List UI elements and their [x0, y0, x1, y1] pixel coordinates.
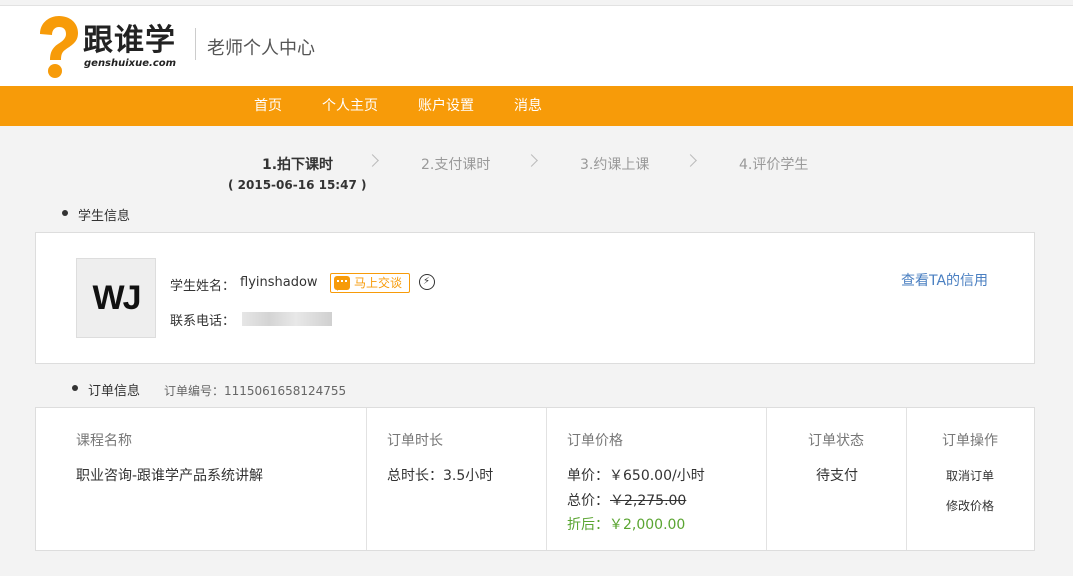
unit-price: 单价：￥650.00/小时	[567, 468, 705, 484]
order-status: 待支付	[816, 468, 858, 484]
order-number: 订单编号：1115061658124755	[164, 384, 347, 398]
header-divider	[195, 28, 196, 60]
nav-item-messages[interactable]: 消息	[514, 86, 542, 126]
avatar-initials: WJ	[92, 279, 142, 317]
step-1-label: 1.拍下课时	[262, 157, 334, 173]
discounted-price: 折后：￥2,000.00	[567, 517, 686, 533]
duration-header: 订单时长	[387, 433, 443, 449]
nav-item-profile[interactable]: 个人主页	[322, 86, 378, 126]
nav-item-home[interactable]: 首页	[254, 86, 282, 126]
student-info-card: WJ 学生姓名： flyinshadow 马上交谈 ⚡ 联系电话： 查看TA的信…	[35, 232, 1035, 364]
cancel-order-link[interactable]: 取消订单	[946, 467, 994, 484]
order-info-card: 课程名称 订单时长 订单价格 订单状态 订单操作 职业咨询-跟谁学产品系统讲解 …	[35, 407, 1035, 551]
logo-chinese-text: 跟谁学	[83, 23, 176, 58]
lightning-icon[interactable]: ⚡	[419, 274, 435, 290]
section-bullet	[72, 385, 78, 391]
column-divider	[766, 408, 767, 550]
phone-label: 联系电话：	[170, 314, 236, 329]
logo-domain-text: genshuixue.com	[84, 58, 177, 69]
price-header: 订单价格	[567, 433, 623, 449]
page-title: 老师个人中心	[207, 38, 315, 59]
step-timestamp: ( 2015-06-16 15:47 )	[228, 178, 367, 192]
total-price-label: 总价：	[567, 493, 609, 509]
nav-item-account-settings[interactable]: 账户设置	[418, 86, 474, 126]
step-4-label: 4.评价学生	[739, 157, 809, 173]
chevron-right-icon	[684, 154, 697, 167]
order-section-title: 订单信息	[88, 384, 141, 399]
column-divider	[546, 408, 547, 550]
column-divider	[366, 408, 367, 550]
course-name: 职业咨询-跟谁学产品系统讲解	[76, 468, 264, 484]
question-mark-logo-icon	[40, 16, 78, 78]
chevron-right-icon	[525, 154, 538, 167]
modify-price-link[interactable]: 修改价格	[946, 497, 994, 514]
view-credit-link[interactable]: 查看TA的信用	[901, 270, 988, 290]
chat-now-label: 马上交谈	[354, 276, 403, 290]
actions-header: 订单操作	[942, 433, 998, 449]
chat-bubble-icon	[334, 276, 350, 291]
step-3-label: 3.约课上课	[580, 157, 650, 173]
student-name-label: 学生姓名：	[170, 279, 236, 294]
course-name-header: 课程名称	[76, 433, 132, 449]
student-name: flyinshadow	[240, 275, 318, 290]
order-progress-steps: 1.拍下课时 2.支付课时 3.约课上课 4.评价学生 ( 2015-06-16…	[0, 126, 1073, 206]
main-nav: 首页 个人主页 账户设置 消息	[0, 86, 1073, 126]
status-header: 订单状态	[808, 433, 864, 449]
step-2-label: 2.支付课时	[421, 157, 491, 173]
phone-number-masked	[242, 312, 332, 326]
column-divider	[906, 408, 907, 550]
chat-now-button[interactable]: 马上交谈	[330, 273, 410, 293]
site-logo[interactable]: 跟谁学 genshuixue.com	[34, 16, 184, 78]
site-header: 跟谁学 genshuixue.com 老师个人中心	[0, 6, 1073, 86]
student-section-title: 学生信息	[78, 209, 131, 224]
total-price-original: ￥2,275.00	[610, 493, 687, 509]
order-duration: 总时长：3.5小时	[387, 468, 494, 484]
section-bullet	[62, 210, 68, 216]
avatar: WJ	[76, 258, 156, 338]
chevron-right-icon	[366, 154, 379, 167]
